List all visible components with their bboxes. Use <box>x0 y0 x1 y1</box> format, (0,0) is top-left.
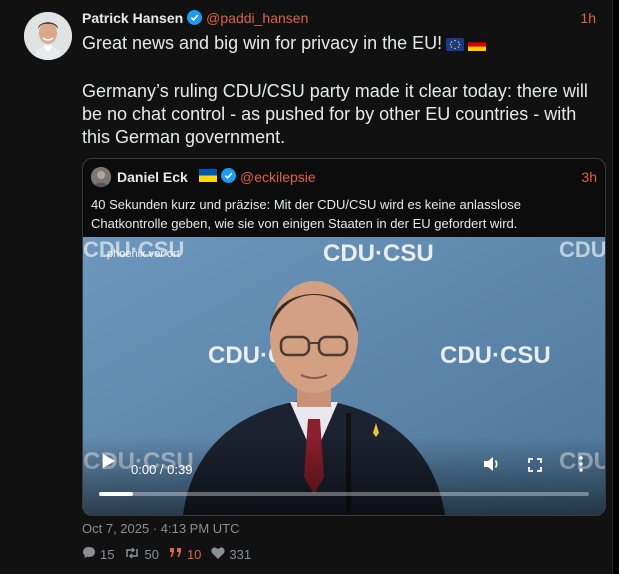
svg-text:CDU·CSU: CDU·CSU <box>440 342 551 369</box>
quote-author-handle[interactable]: @eckilepsie <box>240 169 316 185</box>
more-options-icon[interactable] <box>579 456 583 477</box>
quote-header: Daniel Eck @eckilepsie 3h <box>91 167 597 187</box>
retweet-count: 50 <box>144 546 159 562</box>
retweet-icon <box>124 546 140 562</box>
tweet-time[interactable]: 1h <box>580 10 596 26</box>
quote-text: 40 Sekunden kurz und präzise: Mit der CD… <box>91 197 521 231</box>
quote-profile-photo <box>91 167 111 187</box>
profile-photo <box>24 12 72 60</box>
tweet-stats: 15 50 10 331 <box>82 546 261 562</box>
author-name[interactable]: Patrick Hansen <box>82 10 183 26</box>
tweet-date[interactable]: Oct 7, 2025 · 4:13 PM UTC <box>82 521 240 536</box>
like-stat[interactable]: 331 <box>211 547 251 562</box>
comment-icon <box>82 546 96 562</box>
author-handle[interactable]: @paddi_hansen <box>206 10 308 26</box>
tweet-text-line1: Great news and big win for privacy in th… <box>82 33 443 53</box>
verified-badge-icon <box>187 10 203 28</box>
eu-flag-icon <box>446 34 465 57</box>
video-time: 0:00 / 0:39 <box>131 462 193 477</box>
avatar[interactable] <box>24 12 72 60</box>
quote-author-meta: @eckilepsie <box>199 167 316 187</box>
quote-icon <box>169 547 183 562</box>
video-progress-fill <box>99 492 134 496</box>
channel-watermark: phoenix vor ort <box>107 248 180 260</box>
quote-stat[interactable]: 10 <box>169 547 201 562</box>
play-icon[interactable] <box>103 454 115 473</box>
tweet-card: Patrick Hansen @paddi_hansen 1h Great new… <box>0 0 613 574</box>
like-count: 331 <box>229 546 252 562</box>
quote-time[interactable]: 3h <box>581 169 597 185</box>
svg-text:CDU·CSU: CDU·CSU <box>323 240 434 267</box>
fullscreen-icon[interactable] <box>528 458 542 477</box>
heart-icon <box>211 546 226 562</box>
quote-avatar[interactable] <box>91 167 111 187</box>
retweet-stat[interactable]: 50 <box>124 546 159 562</box>
germany-flag-icon <box>468 34 487 57</box>
quote-count: 10 <box>186 546 202 562</box>
verified-badge-icon <box>221 168 236 186</box>
volume-icon[interactable] <box>483 456 501 477</box>
tweet-header: Patrick Hansen @paddi_hansen 1h <box>82 10 596 30</box>
ukraine-flag-icon <box>199 169 217 185</box>
video-controls: 0:00 / 0:39 <box>83 454 605 515</box>
video-progress-bar[interactable] <box>99 492 589 496</box>
reply-count: 15 <box>100 546 115 562</box>
quote-author-name[interactable]: Daniel Eck <box>117 169 188 185</box>
reply-stat[interactable]: 15 <box>82 546 114 562</box>
quoted-tweet[interactable]: Daniel Eck @eckilepsie 3h 40 Sekunden ku… <box>82 158 606 516</box>
video-player[interactable]: CDU·CSU CDU·CSU CDU CDU·C CDU·CSU CDU·CS… <box>83 237 605 515</box>
tweet-text-body: Germany’s ruling CDU/CSU party made it c… <box>82 81 593 147</box>
svg-text:CDU: CDU <box>559 237 605 262</box>
tweet-text: Great news and big win for privacy in th… <box>82 32 602 149</box>
